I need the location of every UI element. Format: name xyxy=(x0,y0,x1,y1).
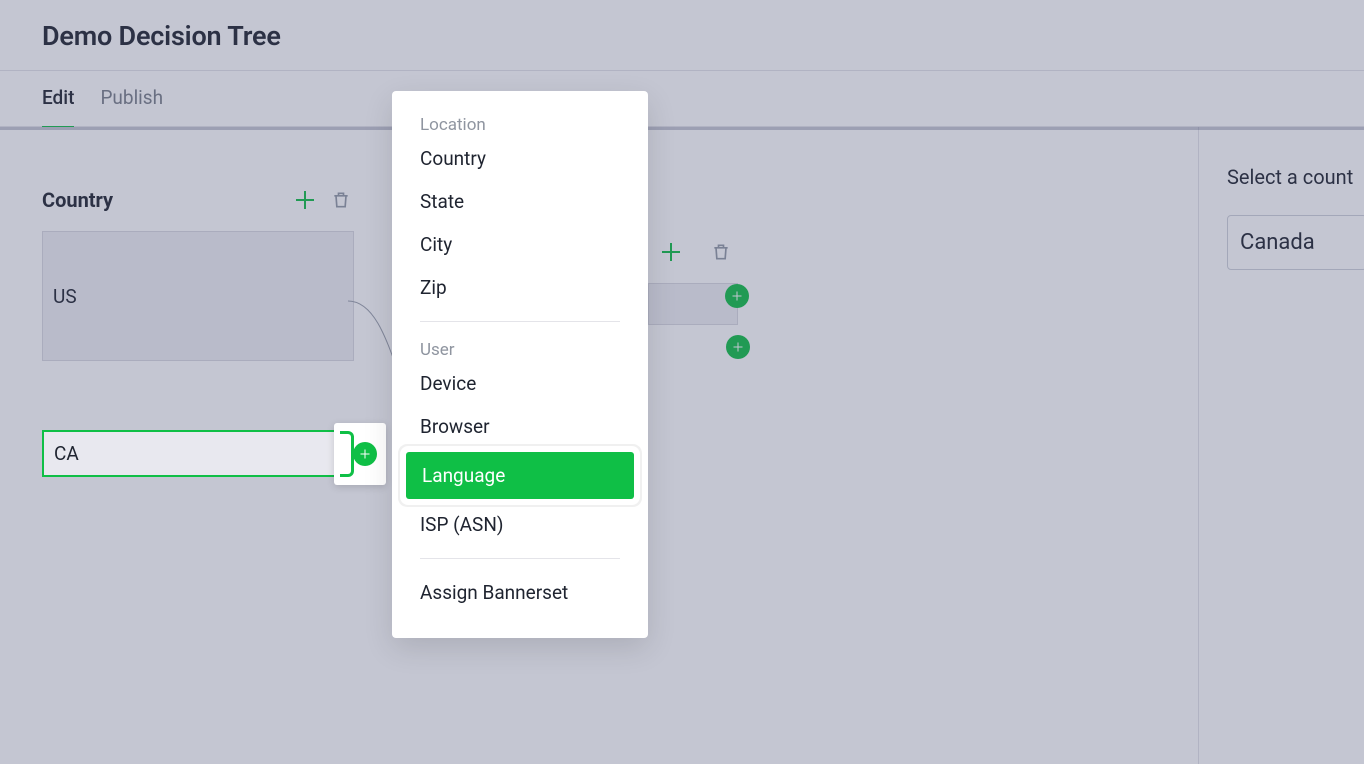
country-row-ca[interactable]: CA xyxy=(42,430,354,477)
canvas: Country US CA Default xyxy=(0,127,1364,764)
add-child-from-ca-popout xyxy=(334,423,386,485)
child-row-1[interactable] xyxy=(648,283,738,325)
trash-icon xyxy=(331,189,351,211)
child-row-2[interactable] xyxy=(648,335,738,377)
dropdown-item-device[interactable]: Device xyxy=(392,362,648,405)
dropdown-item-zip[interactable]: Zip xyxy=(392,266,648,309)
dropdown-item-city[interactable]: City xyxy=(392,223,648,266)
add-child-row2-button[interactable] xyxy=(726,335,750,359)
dropdown-item-country[interactable]: Country xyxy=(392,137,648,180)
plus-icon xyxy=(293,188,317,212)
tab-publish[interactable]: Publish xyxy=(100,86,163,111)
side-panel: Select a count Canada xyxy=(1198,127,1364,764)
add-child-row1-button[interactable] xyxy=(725,284,749,308)
country-row-us-label: US xyxy=(53,285,77,308)
dropdown-item-state[interactable]: State xyxy=(392,180,648,223)
tab-row: Edit Publish xyxy=(0,71,1364,127)
child-node-partial xyxy=(648,239,738,387)
dropdown-group-user: User xyxy=(392,334,648,362)
plus-icon xyxy=(732,341,744,353)
plus-icon xyxy=(659,240,683,264)
dropdown-group-location: Location xyxy=(392,109,648,137)
dropdown-divider-2 xyxy=(420,558,620,559)
node-type-dropdown: Location Country State City Zip User Dev… xyxy=(392,91,648,638)
dropdown-divider-1 xyxy=(420,321,620,322)
bracket-icon xyxy=(340,431,354,477)
country-row-ca-wrap: CA xyxy=(42,430,354,477)
add-child-value-button[interactable] xyxy=(658,239,684,265)
trash-icon xyxy=(711,241,731,263)
dropdown-item-assign-bannerset[interactable]: Assign Bannerset xyxy=(392,571,648,614)
page-title: Demo Decision Tree xyxy=(42,20,1322,52)
delete-country-node-button[interactable] xyxy=(328,187,354,213)
add-child-from-ca-button[interactable] xyxy=(353,442,377,466)
dropdown-item-isp[interactable]: ISP (ASN) xyxy=(392,503,648,546)
country-row-ca-label: CA xyxy=(54,442,79,465)
dropdown-item-language[interactable]: Language xyxy=(406,452,634,499)
add-country-value-button[interactable] xyxy=(292,187,318,213)
node-country-title: Country xyxy=(42,188,282,212)
side-panel-label: Select a count xyxy=(1227,165,1364,189)
tab-edit[interactable]: Edit xyxy=(42,86,74,111)
delete-child-node-button[interactable] xyxy=(708,239,734,265)
plus-icon xyxy=(359,448,371,460)
dropdown-item-browser[interactable]: Browser xyxy=(392,405,648,448)
country-row-us[interactable]: US xyxy=(42,231,354,361)
plus-icon xyxy=(731,290,743,302)
country-select[interactable]: Canada xyxy=(1227,215,1364,270)
